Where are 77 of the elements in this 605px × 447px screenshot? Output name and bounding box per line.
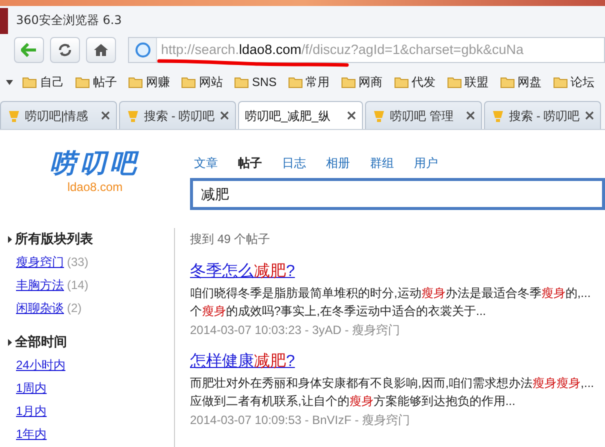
filter-link[interactable]: 1月内 [16,402,47,420]
caret-icon[interactable] [6,80,13,84]
count-text: (2) [67,300,82,317]
cup-icon [126,108,140,122]
bookmark-folder[interactable]: 帖子 [73,73,119,91]
result-count: 搜到 49 个帖子 [190,231,272,248]
home-button[interactable] [86,37,116,63]
url-text: http://search.ldao8.com/f/discuz?agId=1&charset=gbk&cuNa [161,40,524,59]
bookmark-folder[interactable]: 网赚 [126,73,172,91]
bookmark-folder[interactable]: 代发 [392,73,438,91]
browser-tab[interactable]: 唠叨吧 管理 [365,101,482,129]
bookmark-folder[interactable]: SNS [232,73,279,91]
folder-icon [394,76,409,88]
result-snippet: 而肥壮对外在秀丽和身体安康都有不良影响,因而,咱们需求想办法瘦身瘦身,... [190,375,596,392]
folder-icon [75,76,90,88]
back-button[interactable] [14,37,44,63]
folder-icon [128,76,143,88]
logo-domain: ldao8.com [67,179,123,196]
close-icon[interactable] [101,111,110,120]
search-tab[interactable]: 群组 [370,154,394,172]
folder-icon [500,76,515,88]
filter-link[interactable]: 24小时内 [16,356,66,374]
count-text: (33) [67,254,88,271]
folder-icon [552,76,568,88]
search-tab[interactable]: 相册 [326,154,350,172]
filter-link[interactable]: 1年内 [16,425,47,443]
filter-link[interactable]: 闲聊杂谈 [16,299,64,317]
cup-icon [372,108,386,122]
result-snippet: 应做到二者有机联系,让自个的瘦身方案能够到达抱负的作用... [190,393,516,410]
search-tab[interactable]: 用户 [414,154,438,172]
home-icon [93,43,109,57]
bookmark-folder[interactable]: 网站 [179,73,225,91]
folder-icon [22,76,37,88]
bookmark-folder[interactable]: 自己 [20,73,66,91]
browser-tab[interactable]: 唠叨吧|情感 [0,101,117,129]
search-tab[interactable]: 文章 [194,154,218,172]
search-field[interactable]: 减肥 [190,178,605,210]
bookmark-folder[interactable]: 联盟 [444,73,491,91]
folder-icon [181,76,196,88]
section-heading: 全部时间 [15,333,67,351]
close-icon[interactable] [347,111,356,120]
count-text: (14) [67,277,88,294]
close-icon[interactable] [585,111,594,120]
browser-tab[interactable]: 唠叨吧_减肥_纵 [238,101,363,129]
back-arrow-icon [21,43,37,57]
search-tab[interactable]: 日志 [282,154,306,172]
logo-text: 唠叨吧 [50,150,140,178]
result-snippet: 咱们晓得冬季是脂肪最简单堆积的时分,运动瘦身办法是最适合冬季瘦身的,... [190,285,592,302]
close-icon[interactable] [220,111,229,120]
bookmark-folder[interactable]: 网商 [338,73,385,91]
folder-icon [446,76,462,88]
bookmark-folder[interactable]: 论坛 [550,73,597,91]
filter-link[interactable]: 1周内 [16,379,47,397]
folder-icon [340,76,356,88]
filter-link[interactable]: 瘦身窍门 [16,253,64,271]
browser-tab[interactable]: 搜索 - 唠叨吧 [119,101,236,129]
cup-icon [7,108,21,122]
result-meta: 2014-03-07 10:03:23 - 3yAD - 瘦身窍门 [190,322,402,338]
cup-icon [491,108,505,122]
app-icon [0,8,8,34]
section-heading: 所有版块列表 [15,230,93,248]
close-icon[interactable] [466,111,475,120]
result-meta: 2014-03-07 10:09:53 - BnVIzF - 瘦身窍门 [190,412,412,428]
chevron-icon [8,338,12,346]
folder-icon [234,76,249,88]
chevron-icon [8,236,12,242]
globe-icon [134,42,150,58]
filter-link[interactable]: 丰胸方法 [16,276,64,294]
refresh-button[interactable] [50,37,80,63]
bookmark-folder[interactable]: 网盘 [498,73,544,91]
window-title: 360安全浏览器 6.3 [16,12,122,29]
browser-tab[interactable]: 搜索 - 唠叨吧 [484,101,601,129]
folder-icon [288,76,303,88]
refresh-icon [57,42,73,58]
search-tab[interactable]: 帖子 [238,154,262,172]
bookmark-folder[interactable]: 常用 [286,73,332,91]
result-snippet: 个瘦身的成效吗?事实上,在冬季运动中适合的衣裳关于... [190,303,488,320]
